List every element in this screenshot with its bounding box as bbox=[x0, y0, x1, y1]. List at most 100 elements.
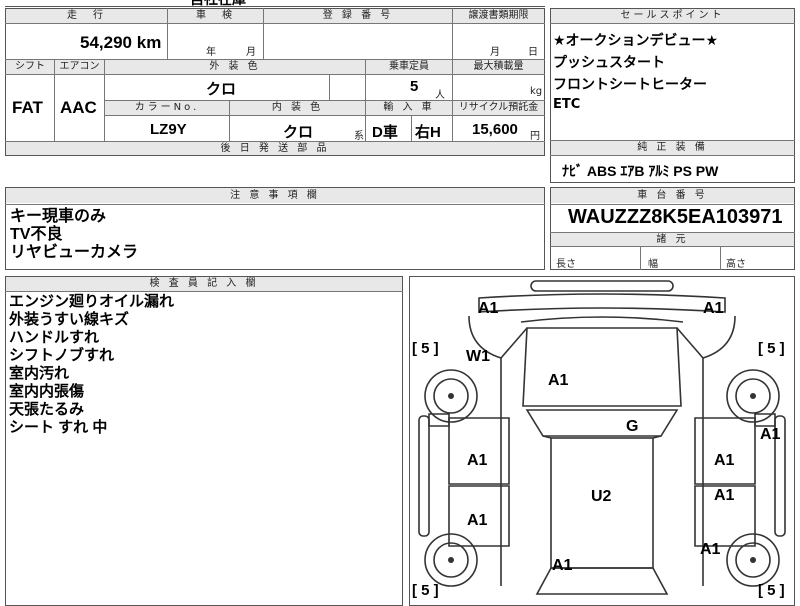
note-item: TV不良 bbox=[10, 226, 63, 243]
parts-header: 後 日 発 送 部 品 bbox=[6, 142, 544, 155]
sales-point-item: フロントシートヒーター bbox=[553, 77, 707, 93]
vehicle-info-grid bbox=[5, 8, 545, 156]
color-no-value: LZ9Y bbox=[150, 121, 187, 138]
dimensions-header: 諸 元 bbox=[551, 233, 794, 246]
dimension-length-label: 長さ bbox=[556, 259, 576, 270]
mark-fender-left: W1 bbox=[466, 348, 490, 365]
mark-door-rear-left: A1 bbox=[467, 512, 488, 529]
mark-roof: U2 bbox=[591, 488, 612, 505]
mark-glass: G bbox=[626, 418, 639, 435]
dimension-width-label: 幅 bbox=[648, 259, 658, 270]
grid-line bbox=[229, 100, 230, 141]
registration-header: 登 録 番 号 bbox=[264, 9, 452, 23]
grid-line bbox=[5, 74, 545, 75]
interior-color-suffix: 系 bbox=[354, 131, 364, 142]
grid-line bbox=[5, 291, 403, 292]
mark-pillar-right: A1 bbox=[760, 426, 781, 443]
mark-hood: A1 bbox=[548, 372, 569, 389]
grid-line bbox=[411, 115, 412, 141]
grid-line bbox=[54, 59, 55, 141]
inspector-note: 室内汚れ bbox=[9, 365, 70, 382]
grid-line bbox=[5, 141, 545, 142]
aircon-header: エアコン bbox=[55, 60, 104, 74]
grid-line bbox=[104, 59, 105, 141]
notes-list: キー現車のみ TV不良 リヤビューカメラ bbox=[10, 208, 138, 262]
interior-color-header: 内 装 色 bbox=[230, 101, 365, 115]
grid-line bbox=[104, 100, 545, 101]
capacity-header: 乗車定員 bbox=[366, 60, 452, 74]
inspection-header: 車 検 bbox=[168, 9, 263, 23]
sales-point-item: プッシュスタート bbox=[553, 55, 665, 71]
genuine-equipment-value: ﾅﾋﾞ ABS ｴｱB ｱﾙﾐ PS PW bbox=[562, 163, 719, 179]
grid-line bbox=[550, 204, 795, 205]
inspector-note: 室内内張傷 bbox=[9, 383, 85, 400]
tire-scale-front-left: [ 5 ] bbox=[412, 340, 439, 357]
sales-point-header: セールスポイント bbox=[551, 9, 794, 23]
max-load-header: 最大積載量 bbox=[453, 60, 544, 74]
mark-door-front-left: A1 bbox=[467, 452, 488, 469]
mark-front-right: A1 bbox=[703, 300, 724, 317]
tire-scale-rear-left: [ 5 ] bbox=[412, 582, 439, 599]
grid-line bbox=[452, 8, 453, 141]
exterior-color-value: クロ bbox=[206, 81, 237, 98]
sales-point-item: ETC bbox=[553, 97, 581, 112]
grid-line bbox=[329, 74, 330, 100]
inspection-year-unit: 年 bbox=[206, 47, 216, 58]
mark-front-left: A1 bbox=[478, 300, 499, 317]
mileage-unit: km bbox=[136, 33, 162, 52]
grid-line bbox=[550, 23, 795, 24]
capacity-value: 5 bbox=[410, 78, 419, 95]
inspector-note: エンジン廻りオイル漏れ bbox=[9, 293, 175, 310]
inspector-note: シフトノブすれ bbox=[9, 347, 115, 364]
grid-line bbox=[720, 246, 721, 270]
recycle-unit: 円 bbox=[530, 131, 540, 142]
interior-color-value: クロ bbox=[283, 124, 314, 141]
notes-header: 注 意 事 項 欄 bbox=[6, 188, 544, 203]
grid-line bbox=[640, 246, 641, 270]
inspector-note: シート すれ 中 bbox=[9, 419, 108, 436]
grid-line bbox=[263, 8, 264, 59]
inspector-note: 外装うすい線キズ bbox=[9, 311, 130, 328]
grid-line bbox=[365, 59, 366, 141]
mark-rear-right: A1 bbox=[700, 541, 721, 558]
grid-line bbox=[5, 23, 545, 24]
inspector-note: 天張たるみ bbox=[9, 401, 85, 418]
mark-trunk: A1 bbox=[552, 557, 573, 574]
transfer-day-unit: 日 bbox=[528, 47, 538, 58]
inspector-header: 検 査 員 記 入 欄 bbox=[6, 277, 402, 291]
import-handle-value: 右H bbox=[415, 124, 441, 141]
grid-line bbox=[550, 140, 795, 141]
chassis-number: WAUZZZ8K5EA103971 bbox=[568, 206, 783, 228]
note-item: キー現車のみ bbox=[10, 208, 107, 225]
grid-line bbox=[5, 59, 545, 60]
tire-scale-front-right: [ 5 ] bbox=[758, 340, 785, 357]
inspection-month-unit: 月 bbox=[246, 47, 256, 58]
mark-door-rear-right: A1 bbox=[714, 487, 735, 504]
exterior-color-header: 外 装 色 bbox=[105, 60, 365, 74]
inspector-note: ハンドルすれ bbox=[9, 329, 100, 346]
car-diagram bbox=[418, 280, 786, 595]
import-header: 輸 入 車 bbox=[366, 101, 452, 115]
chassis-header: 車 台 番 号 bbox=[551, 188, 794, 203]
tire-scale-rear-right: [ 5 ] bbox=[758, 582, 785, 599]
genuine-equipment-header: 純 正 装 備 bbox=[551, 141, 794, 155]
top-cut-row: 自社在庫 bbox=[5, 0, 545, 8]
dimension-height-label: 高さ bbox=[726, 259, 746, 270]
note-item: リヤビューカメラ bbox=[10, 244, 139, 261]
grid-line bbox=[550, 155, 795, 156]
sales-point-item: ★オークションデビュー★ bbox=[553, 33, 719, 49]
mileage-number: 54,290 bbox=[80, 33, 132, 52]
recycle-header: リサイクル預託金 bbox=[453, 101, 544, 115]
mileage-value: 54,290 km bbox=[80, 33, 161, 53]
transfer-month-unit: 月 bbox=[490, 47, 500, 58]
transfer-deadline-header: 譲渡書類期限 bbox=[453, 9, 544, 23]
import-drive-value: D車 bbox=[372, 124, 398, 141]
inspector-notes-list: エンジン廻りオイル漏れ 外装うすい線キズ ハンドルすれ シフトノブすれ 室内汚れ… bbox=[9, 293, 174, 437]
max-load-unit: kg bbox=[530, 86, 543, 97]
mark-door-front-right: A1 bbox=[714, 452, 735, 469]
grid-line bbox=[550, 246, 795, 247]
grid-line bbox=[167, 8, 168, 59]
grid-line bbox=[5, 204, 545, 205]
color-no-header: カラーNo. bbox=[105, 101, 229, 115]
aircon-value: AAC bbox=[60, 98, 97, 117]
